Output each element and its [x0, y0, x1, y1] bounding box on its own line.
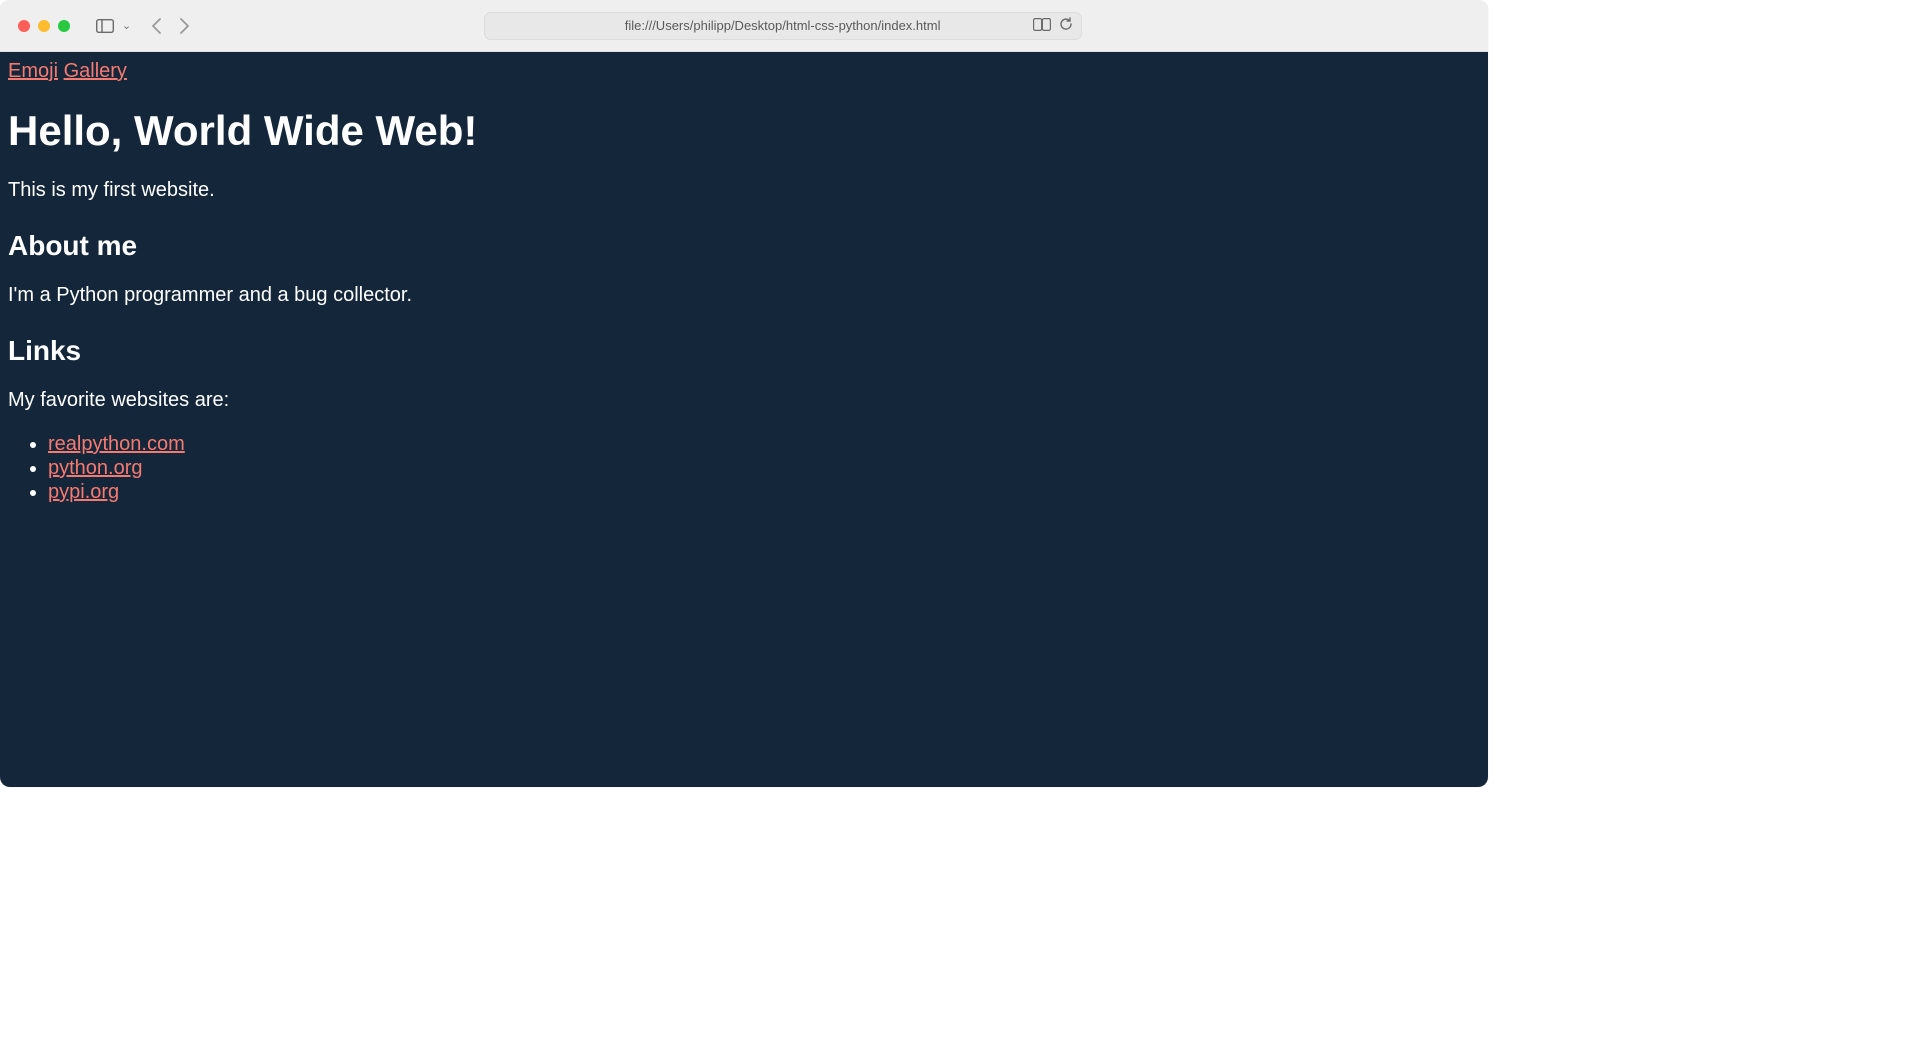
chevron-left-icon	[151, 17, 162, 35]
nav-buttons	[145, 17, 195, 35]
links-intro: My favorite websites are:	[8, 389, 1480, 412]
list-item: realpython.com	[48, 432, 1480, 456]
address-bar[interactable]: file:///Users/philipp/Desktop/html-css-p…	[484, 12, 1082, 40]
nav-link-gallery[interactable]: Gallery	[64, 60, 127, 82]
close-window-button[interactable]	[18, 20, 30, 32]
about-text: I'm a Python programmer and a bug collec…	[8, 284, 1480, 307]
intro-text: This is my first website.	[8, 179, 1480, 202]
chevron-down-icon[interactable]: ⌄	[122, 19, 131, 32]
address-bar-actions	[1033, 17, 1073, 34]
reload-icon[interactable]	[1059, 17, 1073, 34]
about-heading: About me	[8, 230, 1480, 262]
list-item: pypi.org	[48, 480, 1480, 504]
links-heading: Links	[8, 335, 1480, 367]
browser-toolbar: ⌄ file:///Users/philipp/Desktop/html-css…	[0, 0, 1488, 52]
minimize-window-button[interactable]	[38, 20, 50, 32]
nav-link-emoji[interactable]: Emoji	[8, 60, 58, 82]
page-content: Emoji Gallery Hello, World Wide Web! Thi…	[0, 52, 1488, 787]
page-title: Hello, World Wide Web!	[8, 107, 1480, 155]
sidebar-icon	[96, 19, 114, 33]
page-nav-links: Emoji Gallery	[8, 60, 1480, 83]
sidebar-toggle-button[interactable]	[92, 13, 118, 39]
link-realpython[interactable]: realpython.com	[48, 433, 185, 455]
window-controls	[18, 20, 70, 32]
reader-icon[interactable]	[1033, 18, 1051, 34]
forward-button[interactable]	[173, 17, 195, 35]
link-pypi-org[interactable]: pypi.org	[48, 481, 119, 503]
back-button[interactable]	[145, 17, 167, 35]
list-item: python.org	[48, 456, 1480, 480]
chevron-right-icon	[179, 17, 190, 35]
favorite-links-list: realpython.com python.org pypi.org	[8, 432, 1480, 504]
maximize-window-button[interactable]	[58, 20, 70, 32]
address-text: file:///Users/philipp/Desktop/html-css-p…	[625, 18, 941, 33]
browser-window: ⌄ file:///Users/philipp/Desktop/html-css…	[0, 0, 1488, 787]
link-python-org[interactable]: python.org	[48, 457, 143, 479]
